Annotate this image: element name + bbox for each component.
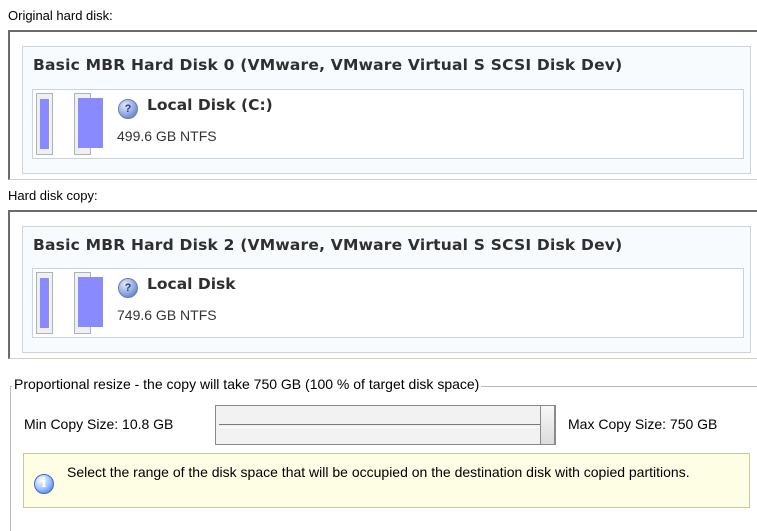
original-disk-title: Basic MBR Hard Disk 0 (VMware, VMware Vi… [33,56,623,74]
copy-disk-card[interactable]: Basic MBR Hard Disk 2 (VMware, VMware Vi… [22,226,751,353]
question-disk-icon: ? [118,99,138,119]
copy-partition-area: ? Local Disk 749.6 GB NTFS [32,268,744,338]
original-small-partition[interactable] [36,93,53,155]
copy-partition-bar [78,277,103,327]
min-copy-size-label: Min Copy Size: 10.8 GB [24,416,174,432]
original-disk-panel: Basic MBR Hard Disk 0 (VMware, VMware Vi… [8,30,757,180]
slider-thumb[interactable] [540,405,555,445]
original-partition-c[interactable]: ? Local Disk (C:) 499.6 GB NTFS [74,93,742,155]
copy-partition[interactable]: ? Local Disk 749.6 GB NTFS [74,272,742,334]
copy-disk-title: Basic MBR Hard Disk 2 (VMware, VMware Vi… [33,236,623,254]
copy-size-slider[interactable] [215,405,556,445]
original-partition-info: 499.6 GB NTFS [117,128,217,144]
original-disk-card[interactable]: Basic MBR Hard Disk 0 (VMware, VMware Vi… [22,46,751,174]
original-disk-caption: Original hard disk: [8,8,113,23]
question-disk-icon: ? [118,278,138,298]
copy-small-partition[interactable] [36,272,53,334]
original-partition-name: Local Disk (C:) [147,96,273,114]
info-icon: i [34,474,54,494]
original-partition-area: ? Local Disk (C:) 499.6 GB NTFS [32,89,744,159]
slider-track-line [219,424,549,428]
copy-partition-name: Local Disk [147,275,236,293]
info-text: Select the range of the disk space that … [67,464,690,480]
info-box: i Select the range of the disk space tha… [23,453,750,508]
resize-group-label: Proportional resize - the copy will take… [12,376,482,392]
original-partition-bar [78,98,103,148]
copy-partition-info: 749.6 GB NTFS [117,307,217,323]
copy-disk-caption: Hard disk copy: [8,188,98,203]
copy-disk-panel: Basic MBR Hard Disk 2 (VMware, VMware Vi… [8,210,757,359]
max-copy-size-label: Max Copy Size: 750 GB [568,416,718,432]
